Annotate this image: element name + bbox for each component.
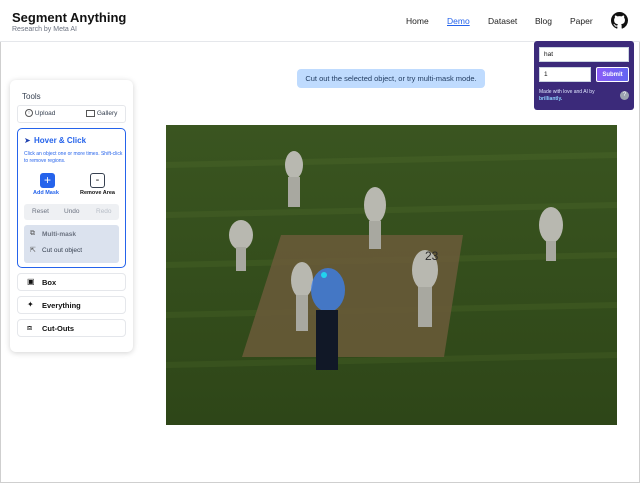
reset-undo-redo-bar: Reset Undo Redo [24, 204, 119, 220]
nav-paper[interactable]: Paper [570, 16, 593, 26]
submit-button[interactable]: Submit [596, 67, 629, 82]
sparkle-icon: ✦ [27, 300, 34, 309]
app-title: Segment Anything [12, 10, 127, 25]
upload-label: Upload [34, 110, 56, 117]
hover-click-panel[interactable]: ➤ Hover & Click Click an object one or m… [17, 128, 126, 268]
undo-button[interactable]: Undo [64, 208, 80, 215]
upload-gallery-bar: ↑ Upload Gallery [17, 105, 126, 123]
everything-label: Everything [42, 301, 81, 310]
box-icon: ▣ [27, 277, 35, 286]
remove-area-button[interactable]: - [90, 173, 105, 188]
box-tool-button[interactable]: ▣ Box [17, 273, 126, 291]
click-point [321, 272, 327, 278]
gallery-label: Gallery [96, 110, 118, 117]
made-with-text: Made with love and AI by brilliantly. [539, 89, 595, 103]
nav-blog[interactable]: Blog [535, 16, 552, 26]
tools-heading: Tools [22, 92, 41, 101]
multimask-icon: ⧉ [30, 230, 35, 237]
box-label: Box [42, 278, 57, 287]
cutouts-tool-button[interactable]: ⧈ Cut-Outs [17, 319, 126, 337]
tools-sidebar: Tools ↑ Upload Gallery ➤ Hover & Click C… [10, 80, 133, 352]
photo-canvas[interactable]: 23 [166, 125, 617, 425]
cricket-photo[interactable]: 23 [166, 125, 617, 425]
nav-demo[interactable]: Demo [447, 16, 470, 26]
app-subtitle: Research by Meta AI [12, 26, 77, 33]
reset-button[interactable]: Reset [32, 208, 49, 215]
brand-link[interactable]: brilliantly. [539, 96, 562, 102]
add-mask-label: Add Mask [33, 190, 59, 196]
cutout-button[interactable]: Cut out object [42, 247, 82, 254]
hover-click-description: Click an object one or more times. Shift… [24, 151, 123, 164]
remove-area-label: Remove Area [80, 190, 115, 196]
cutout-icon: ⇱ [30, 247, 36, 254]
redo-button[interactable]: Redo [96, 208, 112, 215]
upload-button[interactable]: ↑ Upload [25, 106, 55, 122]
hint-bubble: Cut out the selected object, or try mult… [297, 69, 485, 88]
text-prompt-input[interactable]: hat [539, 47, 629, 62]
add-mask-button[interactable]: + [40, 173, 55, 188]
multimask-section: ⧉ Multi-mask ⇱ Cut out object [24, 225, 119, 263]
github-icon[interactable] [611, 12, 628, 29]
cutouts-icon: ⧈ [27, 323, 33, 332]
cursor-icon: ➤ [24, 136, 31, 145]
nav-home[interactable]: Home [406, 16, 429, 26]
multimask-button[interactable]: Multi-mask [42, 231, 76, 238]
upload-icon: ↑ [25, 109, 33, 118]
hover-click-title: Hover & Click [34, 136, 87, 145]
jersey-number: 23 [425, 249, 439, 263]
everything-tool-button[interactable]: ✦ Everything [17, 296, 126, 314]
gallery-button[interactable]: Gallery [86, 106, 117, 122]
number-input[interactable]: 1 [539, 67, 591, 82]
top-header: Segment Anything Research by Meta AI Hom… [0, 0, 640, 42]
nav-dataset[interactable]: Dataset [488, 16, 517, 26]
selected-mask [311, 268, 345, 312]
made-with-label: Made with love and AI by [539, 89, 595, 95]
prompt-overlay: hat 1 Submit Made with love and AI by br… [534, 41, 634, 110]
cutouts-label: Cut-Outs [42, 324, 75, 333]
help-icon[interactable]: ? [620, 91, 629, 100]
gallery-icon [86, 109, 95, 117]
